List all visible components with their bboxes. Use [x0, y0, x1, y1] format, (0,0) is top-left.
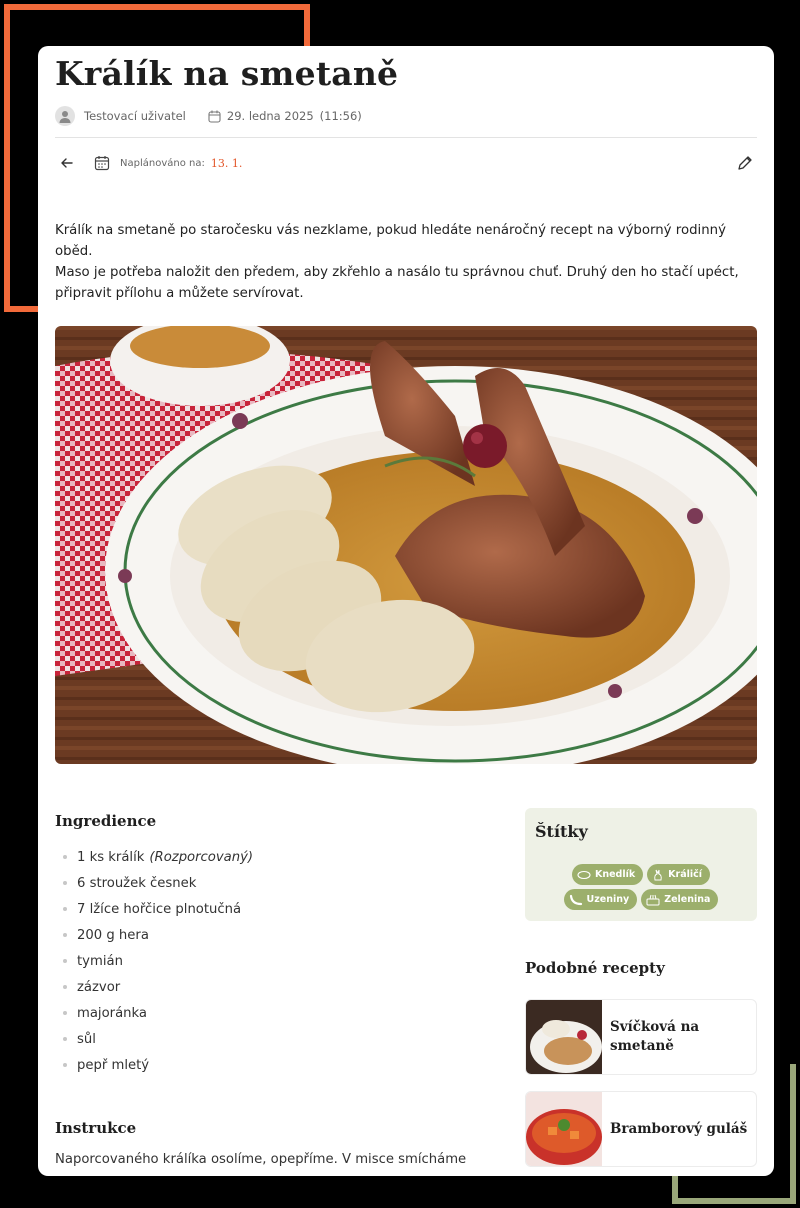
tag-kralici[interactable]: Králičí: [647, 864, 711, 885]
recipe-thumbnail: [526, 1000, 602, 1074]
similar-recipes-heading: Podobné recepty: [525, 959, 665, 977]
vegetable-icon: [646, 894, 660, 906]
page-title: Králík na smetaně: [55, 54, 399, 93]
back-button[interactable]: [60, 156, 74, 170]
tag-zelenina[interactable]: Zelenina: [641, 889, 719, 910]
plan-calendar-button[interactable]: [94, 155, 110, 171]
avatar[interactable]: [55, 106, 75, 126]
divider: [55, 137, 757, 138]
edit-button[interactable]: [737, 155, 753, 171]
recipe-meta: Testovací uživatel 29. ledna 2025 (11:56…: [55, 106, 362, 126]
list-item: pepř mletý: [55, 1052, 253, 1078]
tag-knedlik[interactable]: Knedlík: [571, 864, 644, 885]
intro-line: připravit přílohu a můžete servírovat.: [55, 286, 304, 301]
similar-recipe-card[interactable]: Svíčková na smetaně: [525, 999, 757, 1075]
similar-recipe-title: Svíčková na: [610, 1019, 700, 1035]
instructions-text: Naporcovaného králíka osolíme, opepříme.…: [55, 1152, 467, 1167]
tag-uzeniny[interactable]: Uzeniny: [563, 889, 638, 910]
published-time: (11:56): [319, 109, 362, 123]
list-item: 200 g hera: [55, 922, 253, 948]
arrow-left-icon: [61, 158, 73, 168]
ingredients-heading: Ingredience: [55, 812, 157, 830]
list-item: 1 ks králík (Rozporcovaný): [55, 844, 253, 870]
planned-label: Naplánováno na:: [120, 157, 205, 169]
recipe-thumbnail: [526, 1092, 602, 1166]
intro-line: Králík na smetaně po staročesku vás nezk…: [55, 223, 726, 259]
list-item: majoránka: [55, 1000, 253, 1026]
author-name[interactable]: Testovací uživatel: [84, 109, 186, 123]
pencil-icon: [738, 156, 752, 170]
recipe-toolbar: Naplánováno na: 13. 1.: [55, 151, 757, 175]
tags-heading: Štítky: [535, 822, 588, 841]
recipe-hero-image: [55, 326, 757, 764]
list-item: sůl: [55, 1026, 253, 1052]
planned-date[interactable]: 13. 1.: [211, 157, 243, 170]
list-item: 7 lžíce hořčice plnotučná: [55, 896, 253, 922]
rabbit-icon: [652, 869, 664, 881]
user-icon: [59, 111, 71, 123]
calendar-icon: [208, 110, 221, 123]
instructions-heading: Instrukce: [55, 1119, 137, 1137]
published-date: 29. ledna 2025: [226, 109, 314, 123]
similar-recipe-card[interactable]: Bramborový guláš: [525, 1091, 757, 1167]
tags-panel: Štítky Knedlík Králičí Uzeniny Zelenina: [525, 808, 757, 921]
recipe-card: Králík na smetaně Testovací uživatel 29.…: [38, 46, 774, 1176]
recipe-intro: Králík na smetaně po staročesku vás nezk…: [55, 220, 757, 304]
calendar-icon: [94, 156, 110, 171]
list-item: zázvor: [55, 974, 253, 1000]
list-item: tymián: [55, 948, 253, 974]
dumpling-icon: [577, 870, 591, 880]
ingredients-list: 1 ks králík (Rozporcovaný) 6 stroužek čes…: [55, 844, 253, 1078]
similar-recipe-title: Bramborový guláš: [610, 1120, 748, 1137]
list-item: 6 stroužek česnek: [55, 870, 253, 896]
sausage-icon: [569, 894, 583, 906]
intro-line: Maso je potřeba naložit den předem, aby …: [55, 265, 739, 280]
similar-recipe-title: smetaně: [610, 1038, 674, 1054]
